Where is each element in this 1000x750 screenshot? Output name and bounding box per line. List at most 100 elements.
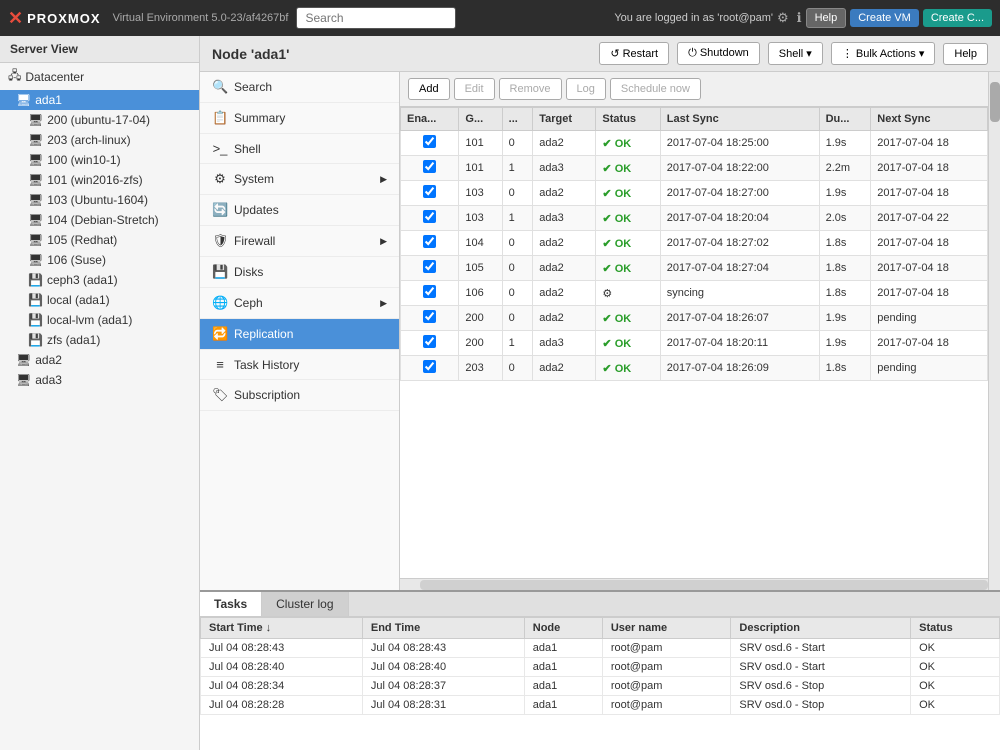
vm-icon: 🖥 xyxy=(28,253,43,267)
sidebar-item-100--win10-1-[interactable]: 🖥100 (win10-1) xyxy=(0,150,199,170)
menu-item-ceph[interactable]: 🌐Ceph▶ xyxy=(200,288,399,319)
global-search-input[interactable] xyxy=(296,7,456,29)
sidebar-item-label: zfs (ada1) xyxy=(47,333,100,347)
menu-item-search[interactable]: 🔍Search xyxy=(200,72,399,103)
enabled-checkbox[interactable] xyxy=(423,310,436,323)
bottom-panel: TasksCluster log Start Time ↓End TimeNod… xyxy=(200,590,1000,750)
log-button[interactable]: Log xyxy=(566,78,606,100)
menu-item-summary[interactable]: 📋Summary xyxy=(200,103,399,134)
task-row[interactable]: Jul 04 08:28:40Jul 04 08:28:40ada1root@p… xyxy=(201,658,1000,677)
help-button[interactable]: Help xyxy=(806,8,847,28)
sidebar-item-local--ada1-[interactable]: 💾local (ada1) xyxy=(0,290,199,310)
schedule-now-button[interactable]: Schedule now xyxy=(610,78,701,100)
enabled-checkbox[interactable] xyxy=(423,210,436,223)
table-row[interactable]: 2001ada3✔ OK2017-07-04 18:20:111.9s2017-… xyxy=(401,331,988,356)
col3-value: 0 xyxy=(502,281,533,306)
menu-item-task-history[interactable]: ≡Task History xyxy=(200,350,399,380)
table-row[interactable]: 1031ada3✔ OK2017-07-04 18:20:042.0s2017-… xyxy=(401,206,988,231)
vm-icon: 🖥 xyxy=(28,133,43,147)
col3-value: 0 xyxy=(502,256,533,281)
restart-button[interactable]: ↺ Restart xyxy=(599,42,669,65)
shell-button[interactable]: Shell ▾ xyxy=(768,42,823,65)
table-row[interactable]: 1010ada2✔ OK2017-07-04 18:25:001.9s2017-… xyxy=(401,131,988,156)
vertical-scrollbar[interactable] xyxy=(988,72,1000,590)
task-status: OK xyxy=(911,696,1000,715)
remove-button[interactable]: Remove xyxy=(499,78,562,100)
bottom-tab-cluster-log[interactable]: Cluster log xyxy=(262,592,348,616)
enabled-checkbox[interactable] xyxy=(423,260,436,273)
enabled-checkbox[interactable] xyxy=(423,235,436,248)
enabled-checkbox[interactable] xyxy=(423,160,436,173)
task history-icon: ≡ xyxy=(212,357,228,372)
last-sync-value: 2017-07-04 18:26:09 xyxy=(660,356,819,381)
table-row[interactable]: 2000ada2✔ OK2017-07-04 18:26:071.9spendi… xyxy=(401,306,988,331)
data-table-container[interactable]: Ena...G......TargetStatusLast SyncDu...N… xyxy=(400,107,988,578)
enabled-checkbox[interactable] xyxy=(423,185,436,198)
task-row[interactable]: Jul 04 08:28:28Jul 04 08:28:31ada1root@p… xyxy=(201,696,1000,715)
table-row[interactable]: 2030ada2✔ OK2017-07-04 18:26:091.8spendi… xyxy=(401,356,988,381)
server-view-header: Server View xyxy=(0,36,199,63)
task-row[interactable]: Jul 04 08:28:43Jul 04 08:28:43ada1root@p… xyxy=(201,639,1000,658)
edit-button[interactable]: Edit xyxy=(454,78,495,100)
table-row[interactable]: 1030ada2✔ OK2017-07-04 18:27:001.9s2017-… xyxy=(401,181,988,206)
table-row[interactable]: 1060ada2⚙syncing1.8s2017-07-04 18 xyxy=(401,281,988,306)
shutdown-button[interactable]: ⏻ Shutdown xyxy=(677,42,760,65)
sidebar-item-200--ubuntu-17-04-[interactable]: 🖥200 (ubuntu-17-04) xyxy=(0,110,199,130)
next-sync-value: 2017-07-04 18 xyxy=(871,281,988,306)
target-value: ada2 xyxy=(533,356,596,381)
start-time: Jul 04 08:28:34 xyxy=(201,677,363,696)
sidebar-item-ada1[interactable]: 🖥ada1 xyxy=(0,90,199,110)
scrollbar-thumb[interactable] xyxy=(990,82,1000,122)
table-row[interactable]: 1040ada2✔ OK2017-07-04 18:27:021.8s2017-… xyxy=(401,231,988,256)
table-row[interactable]: 1050ada2✔ OK2017-07-04 18:27:041.8s2017-… xyxy=(401,256,988,281)
next-sync-value: 2017-07-04 18 xyxy=(871,181,988,206)
horizontal-scrollbar[interactable] xyxy=(400,578,988,590)
sidebar-item-datacenter[interactable]: 🖧Datacenter xyxy=(0,63,199,90)
info-icon[interactable]: ℹ xyxy=(797,10,802,26)
menu-item-updates[interactable]: 🔄Updates xyxy=(200,195,399,226)
bottom-col-header: User name xyxy=(602,618,731,639)
status-value: ✔ OK xyxy=(596,256,660,281)
add-button[interactable]: Add xyxy=(408,78,450,100)
bottom-tab-tasks[interactable]: Tasks xyxy=(200,592,262,616)
node-header: Node 'ada1' ↺ Restart ⏻ Shutdown Shell ▾… xyxy=(200,36,1000,72)
enabled-checkbox[interactable] xyxy=(423,335,436,348)
menu-item-label: Subscription xyxy=(234,388,300,402)
enabled-checkbox[interactable] xyxy=(423,135,436,148)
bulk-actions-button[interactable]: ⋮ Bulk Actions ▾ xyxy=(831,42,936,65)
menu-item-replication[interactable]: 🔁Replication xyxy=(200,319,399,350)
sidebar-item-label: ada2 xyxy=(35,353,62,367)
sidebar-item-103--ubuntu-1604-[interactable]: 🖥103 (Ubuntu-1604) xyxy=(0,190,199,210)
menu-item-subscription[interactable]: 🏷Subscription xyxy=(200,380,399,411)
sidebar-item-local-lvm--ada1-[interactable]: 💾local-lvm (ada1) xyxy=(0,310,199,330)
topbar: ✕ PROXMOX Virtual Environment 5.0-23/af4… xyxy=(0,0,1000,36)
sidebar-item-ada3[interactable]: 🖥ada3 xyxy=(0,370,199,390)
bottom-col-header: Node xyxy=(524,618,602,639)
sidebar-item-zfs--ada1-[interactable]: 💾zfs (ada1) xyxy=(0,330,199,350)
task-row[interactable]: Jul 04 08:28:34Jul 04 08:28:37ada1root@p… xyxy=(201,677,1000,696)
menu-item-shell[interactable]: >_Shell xyxy=(200,134,399,164)
duration-value: 1.9s xyxy=(819,181,871,206)
menu-item-system[interactable]: ⚙System▶ xyxy=(200,164,399,195)
create-vm-button[interactable]: Create VM xyxy=(850,9,919,27)
menu-item-disks[interactable]: 💾Disks xyxy=(200,257,399,288)
tasks-table: Start Time ↓End TimeNodeUser nameDescrip… xyxy=(200,617,1000,715)
table-row[interactable]: 1011ada3✔ OK2017-07-04 18:22:002.2m2017-… xyxy=(401,156,988,181)
start-time: Jul 04 08:28:43 xyxy=(201,639,363,658)
vm-icon: 🖥 xyxy=(28,113,43,127)
bottom-table-container[interactable]: Start Time ↓End TimeNodeUser nameDescrip… xyxy=(200,617,1000,750)
sidebar-item-106--suse-[interactable]: 🖥106 (Suse) xyxy=(0,250,199,270)
header-help-button[interactable]: Help xyxy=(943,43,988,65)
create-ct-button[interactable]: Create C... xyxy=(923,9,992,27)
menu-item-firewall[interactable]: 🛡Firewall▶ xyxy=(200,226,399,257)
enabled-checkbox[interactable] xyxy=(423,360,436,373)
sidebar-item-ada2[interactable]: 🖥ada2 xyxy=(0,350,199,370)
submenu-arrow-icon: ▶ xyxy=(380,298,387,309)
enabled-checkbox[interactable] xyxy=(423,285,436,298)
sidebar-item-ceph3--ada1-[interactable]: 💾ceph3 (ada1) xyxy=(0,270,199,290)
settings-icon[interactable]: ⚙ xyxy=(777,10,789,26)
sidebar-item-105--redhat-[interactable]: 🖥105 (Redhat) xyxy=(0,230,199,250)
sidebar-item-104--debian-stretch-[interactable]: 🖥104 (Debian-Stretch) xyxy=(0,210,199,230)
sidebar-item-101--win2016-zfs-[interactable]: 🖥101 (win2016-zfs) xyxy=(0,170,199,190)
sidebar-item-203--arch-linux-[interactable]: 🖥203 (arch-linux) xyxy=(0,130,199,150)
